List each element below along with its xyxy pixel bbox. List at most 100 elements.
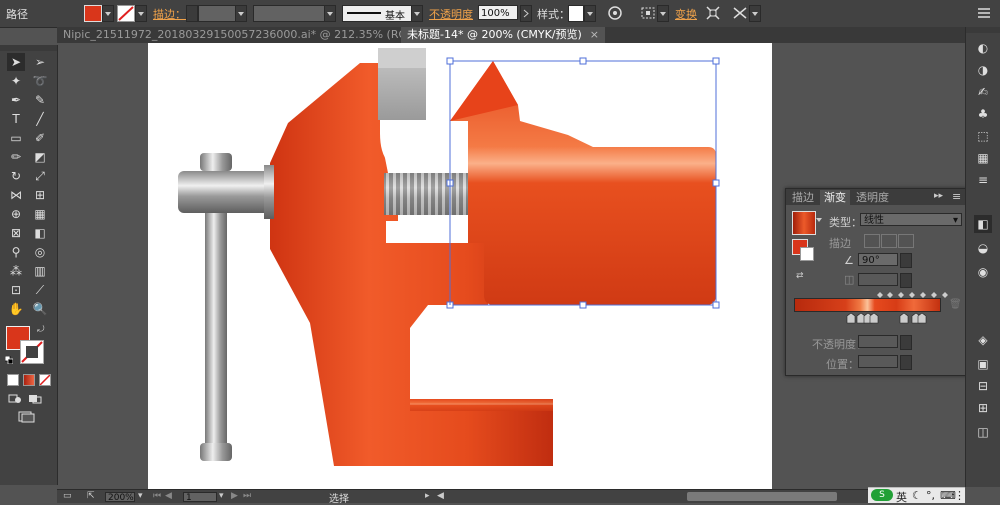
recolor-artwork-icon[interactable] bbox=[606, 4, 624, 22]
tab-gradient[interactable]: 渐变 bbox=[820, 190, 850, 205]
rotate-tool-icon[interactable]: ↻ bbox=[7, 167, 25, 185]
stroke-weight-label[interactable]: 描边： bbox=[153, 6, 186, 22]
appearance-icon[interactable]: ◉ bbox=[974, 263, 992, 281]
opacity-label[interactable]: 不透明度 bbox=[429, 6, 473, 22]
ime-lang[interactable]: 英 bbox=[896, 489, 907, 505]
stop-location-input[interactable] bbox=[858, 355, 898, 368]
curvature-tool-icon[interactable]: ✎ bbox=[31, 91, 49, 109]
lasso-tool-icon[interactable]: ➰ bbox=[31, 72, 49, 90]
gradient-mode-icon[interactable] bbox=[23, 374, 35, 386]
panel-menu-icon[interactable]: ≡ bbox=[952, 190, 961, 203]
draw-behind-icon[interactable] bbox=[28, 394, 42, 404]
scale-tool-icon[interactable]: ⤢ bbox=[31, 167, 49, 185]
type-select[interactable]: 线性 ▾ bbox=[860, 213, 962, 226]
color-icon[interactable]: ◐ bbox=[974, 39, 992, 57]
graphic-style-swatch[interactable] bbox=[568, 5, 584, 22]
gradient-midpoints[interactable] bbox=[876, 289, 956, 298]
type-tool-icon[interactable]: T bbox=[7, 110, 25, 128]
align-icon[interactable]: ⊟ bbox=[974, 377, 992, 395]
artboards-icon[interactable]: ▣ bbox=[974, 355, 992, 373]
opacity-arrow[interactable] bbox=[520, 5, 532, 22]
none-mode-icon[interactable] bbox=[39, 374, 51, 386]
status-menu-icon[interactable]: ▸ bbox=[425, 491, 430, 501]
stroke-gradient-within-icon[interactable] bbox=[864, 234, 880, 248]
color-mode-icon[interactable] bbox=[7, 374, 19, 386]
color-guide-icon[interactable]: ◑ bbox=[974, 61, 992, 79]
panel-menu-icon[interactable] bbox=[975, 4, 993, 22]
ime-punct-icon[interactable]: °, bbox=[926, 489, 935, 502]
column-graph-tool-icon[interactable]: ▥ bbox=[31, 262, 49, 280]
default-colors-icon[interactable] bbox=[4, 354, 14, 365]
eraser-tool-icon[interactable]: ◩ bbox=[31, 148, 49, 166]
blend-tool-icon[interactable]: ◎ bbox=[31, 243, 49, 261]
brush-dropdown[interactable] bbox=[411, 5, 423, 22]
collapse-icon[interactable]: ▸▸ bbox=[934, 191, 943, 201]
draw-mode-icon[interactable] bbox=[8, 394, 22, 404]
stroke-gradient-across-icon[interactable] bbox=[898, 234, 914, 248]
horizontal-scrollbar-thumb[interactable] bbox=[687, 492, 837, 501]
angle-dropdown[interactable] bbox=[900, 253, 912, 268]
zoom-dropdown[interactable]: ▾ bbox=[138, 491, 143, 501]
pen-tool-icon[interactable]: ✒ bbox=[7, 91, 25, 109]
ime-moon-icon[interactable]: ☾ bbox=[912, 489, 922, 502]
shape-builder-tool-icon[interactable]: ⊕ bbox=[7, 205, 25, 223]
graphic-styles-icon[interactable]: ⬚ bbox=[974, 127, 992, 145]
aspect-dropdown[interactable] bbox=[900, 273, 912, 288]
stroke-weight-stepper[interactable] bbox=[186, 5, 198, 22]
perspective-grid-tool-icon[interactable]: ▦ bbox=[31, 205, 49, 223]
ime-settings-icon[interactable]: ⋮ bbox=[954, 489, 965, 502]
direct-selection-tool-icon[interactable]: ➢ bbox=[31, 53, 49, 71]
arrange-icon[interactable] bbox=[731, 4, 749, 22]
stop-opacity-dropdown[interactable] bbox=[900, 335, 912, 350]
last-artboard-icon[interactable]: ⏭ bbox=[243, 491, 251, 501]
pencil-tool-icon[interactable]: ✏ bbox=[7, 148, 25, 166]
symbols-icon[interactable]: ♣ bbox=[974, 105, 992, 123]
width-tool-icon[interactable]: ⋈ bbox=[7, 186, 25, 204]
rectangle-tool-icon[interactable]: ▭ bbox=[7, 129, 25, 147]
stop-location-dropdown[interactable] bbox=[900, 355, 912, 370]
mesh-tool-icon[interactable]: ⊠ bbox=[7, 224, 25, 242]
artboard-nav-icon[interactable]: ▭ bbox=[63, 491, 73, 501]
pathfinder-icon[interactable]: ◫ bbox=[974, 423, 992, 441]
stop-opacity-input[interactable] bbox=[858, 335, 898, 348]
brush-definition[interactable]: 基本 bbox=[342, 5, 412, 22]
gradient-preview-swatch[interactable] bbox=[792, 211, 816, 235]
aspect-input[interactable] bbox=[858, 273, 898, 286]
gradient-icon[interactable]: ◧ bbox=[974, 215, 992, 233]
align-dropdown[interactable] bbox=[657, 5, 669, 22]
fill-dropdown[interactable] bbox=[102, 5, 114, 22]
first-artboard-icon[interactable]: ⏮ bbox=[153, 491, 161, 501]
ime-logo-icon[interactable]: S bbox=[871, 489, 893, 501]
layers-icon[interactable]: ◈ bbox=[974, 331, 992, 349]
gradient-preset-dropdown[interactable] bbox=[816, 218, 822, 222]
transform-link[interactable]: 变换 bbox=[675, 6, 697, 22]
graphic-style-dropdown[interactable] bbox=[584, 5, 596, 22]
swap-fill-stroke-icon[interactable]: ⤾ bbox=[37, 325, 47, 335]
screen-mode-icon[interactable] bbox=[18, 411, 36, 423]
selection-tool-icon[interactable]: ➤ bbox=[7, 53, 25, 71]
tab-transparency[interactable]: 透明度 bbox=[852, 190, 893, 205]
color-stops[interactable] bbox=[846, 312, 941, 324]
variable-width-profile[interactable] bbox=[253, 5, 325, 22]
tab-document-2[interactable]: 未标题-14* @ 200% (CMYK/预览) × bbox=[401, 27, 606, 43]
paintbrush-tool-icon[interactable]: ✐ bbox=[31, 129, 49, 147]
eyedropper-tool-icon[interactable]: ⚲ bbox=[7, 243, 25, 261]
trash-icon[interactable]: 🗑 bbox=[949, 299, 962, 310]
brushes-icon[interactable]: ✍ bbox=[974, 83, 992, 101]
stroke-gradient-along-icon[interactable] bbox=[881, 234, 897, 248]
tab-stroke[interactable]: 描边 bbox=[788, 190, 818, 205]
artboard-number-input[interactable]: 1 bbox=[183, 492, 217, 503]
isolate-icon[interactable] bbox=[704, 4, 722, 22]
free-transform-tool-icon[interactable]: ⊞ bbox=[31, 186, 49, 204]
scroll-left-icon[interactable]: ◀ bbox=[437, 491, 444, 501]
fill-color-swatch[interactable] bbox=[84, 5, 102, 22]
gradient-tool-icon[interactable]: ◧ bbox=[31, 224, 49, 242]
slice-tool-icon[interactable]: ⟋ bbox=[31, 281, 49, 299]
stroke-weight-dropdown[interactable] bbox=[235, 5, 247, 22]
gradient-slider[interactable] bbox=[794, 298, 941, 312]
angle-input[interactable]: 90° bbox=[858, 253, 898, 266]
stroke-weight-input[interactable] bbox=[198, 5, 236, 22]
artboard[interactable] bbox=[148, 43, 772, 489]
close-icon[interactable]: × bbox=[590, 28, 599, 41]
next-artboard-icon[interactable]: ▶ bbox=[231, 491, 238, 501]
